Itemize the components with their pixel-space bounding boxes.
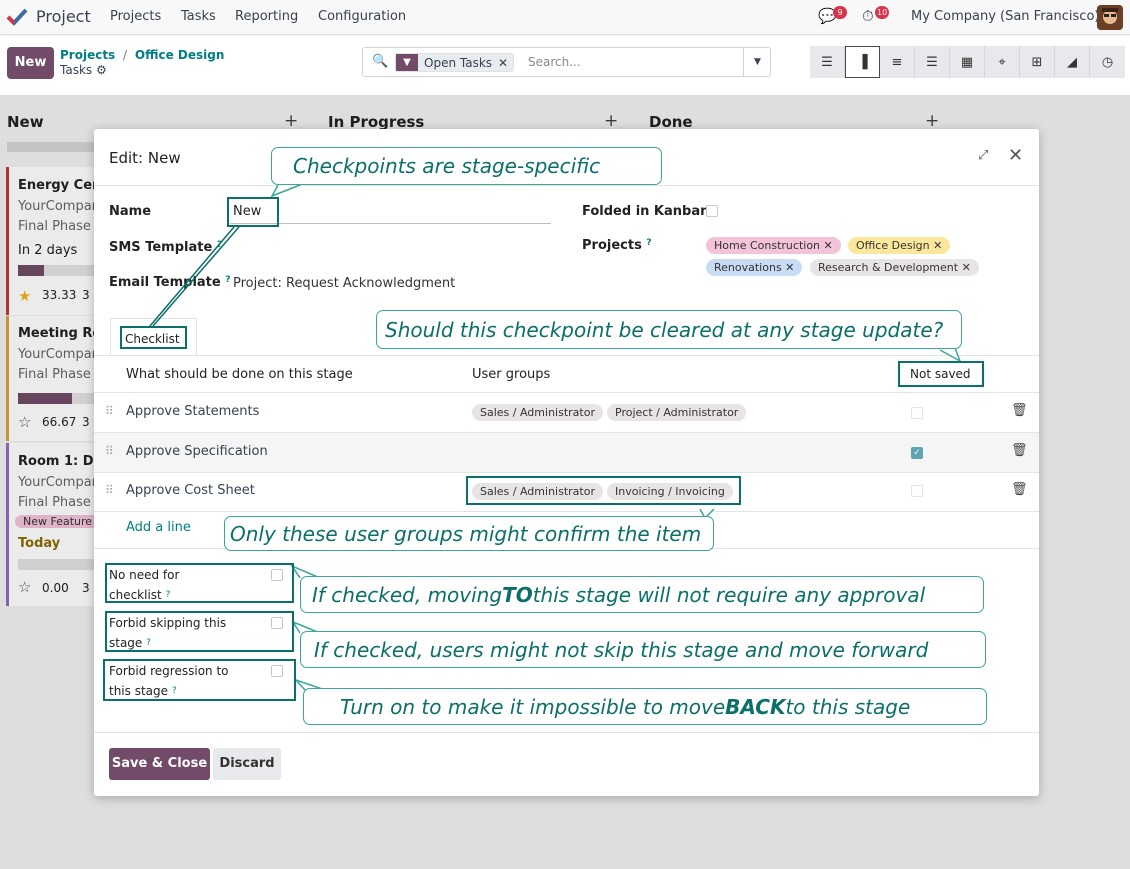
save-close-button[interactable]: Save & Close [109, 748, 210, 780]
discard-button[interactable]: Discard [213, 748, 281, 780]
kanban-view-icon[interactable]: ▐ [845, 46, 880, 78]
table-row[interactable]: ⠿ Approve Statements Sales / Administrat… [94, 393, 1039, 432]
footer-divider [94, 732, 1039, 733]
callout-forbid-regression: Turn on to make it impossible to move BA… [303, 688, 987, 725]
menu-tasks[interactable]: Tasks [181, 9, 216, 24]
projects-label: Projects ? [582, 238, 652, 253]
not-saved-checkbox-checked[interactable]: ✓ [911, 447, 923, 459]
search-input[interactable]: Search... [528, 55, 581, 69]
current-view-title: Tasks [60, 63, 93, 77]
checklist-tab-highlight [120, 326, 187, 349]
breadcrumb-separator: / [123, 48, 128, 62]
user-groups-highlight [466, 476, 741, 505]
drag-handle-icon[interactable]: ⠿ [105, 444, 114, 458]
row-task[interactable]: Approve Statements [126, 404, 259, 419]
activity-clock-icon[interactable]: ⏱ [862, 7, 874, 25]
group-tag: Sales / Administrator [472, 404, 603, 421]
facet-label: Open Tasks [424, 55, 493, 70]
callout-user-groups: Only these user groups might confirm the… [224, 516, 714, 551]
remove-tag-icon[interactable]: ✕ [824, 239, 833, 252]
not-saved-checkbox[interactable] [911, 407, 923, 419]
forbid-skip-highlight [105, 611, 294, 652]
remove-tag-icon[interactable]: ✕ [785, 261, 794, 274]
folded-in-kanban-label: Folded in Kanban [582, 204, 710, 219]
control-panel: New Projects / Office Design Tasks ⚙ 🔍 ▼… [0, 36, 1130, 96]
remove-facet-icon[interactable]: ✕ [498, 56, 513, 70]
drag-handle-icon[interactable]: ⠿ [105, 404, 114, 418]
drag-handle-icon[interactable]: ⠿ [105, 483, 114, 497]
column-groups-header[interactable]: User groups [472, 367, 550, 382]
activity-count-badge: 10 [875, 6, 890, 19]
activity-view-icon[interactable]: ☰ [915, 46, 950, 78]
dialog-title: Edit: New [109, 149, 181, 167]
search-options-toggle[interactable]: ▼ [743, 48, 771, 76]
group-tag: Project / Administrator [607, 404, 747, 421]
project-app-icon[interactable] [6, 6, 28, 28]
search-facet: ▼ Open Tasks ✕ [395, 53, 515, 72]
forbid-regression-highlight [103, 659, 296, 701]
remove-tag-icon[interactable]: ✕ [933, 239, 942, 252]
row-task[interactable]: Approve Specification [126, 444, 268, 459]
callout-stage-specific: Checkpoints are stage-specific [271, 147, 662, 185]
trash-icon[interactable]: 🗑 [1011, 482, 1028, 497]
row-divider [94, 511, 1039, 512]
calendar-view-icon[interactable]: ▦ [950, 46, 985, 78]
tab-divider [94, 355, 1039, 356]
header-divider [94, 185, 1039, 186]
menu-projects[interactable]: Projects [110, 9, 161, 24]
sms-template-field[interactable] [230, 237, 551, 259]
table-row[interactable]: ⠿ Approve Specification ✓ 🗑 [94, 433, 1039, 472]
project-tag: Office Design ✕ [848, 237, 951, 254]
map-view-icon[interactable]: ⌖ [985, 46, 1020, 78]
add-line-link[interactable]: Add a line [126, 520, 191, 535]
row-task[interactable]: Approve Cost Sheet [126, 483, 255, 498]
trash-icon[interactable]: 🗑 [1011, 403, 1028, 418]
not-saved-highlight [898, 361, 984, 387]
callout-cleared: Should this checkpoint be cleared at any… [376, 310, 962, 349]
company-switcher[interactable]: My Company (San Francisco) [911, 9, 1099, 24]
not-saved-checkbox[interactable] [911, 485, 923, 497]
email-template-field[interactable]: Project: Request Acknowledgment [233, 276, 455, 291]
email-template-label: Email Template ? [109, 275, 231, 290]
user-avatar[interactable] [1097, 5, 1123, 30]
breadcrumb-project[interactable]: Office Design [135, 48, 225, 62]
callout-no-need: If checked, moving TO this stage will no… [300, 576, 984, 613]
project-tag: Research & Development ✕ [810, 259, 979, 276]
expand-icon[interactable]: ⤢ [978, 148, 988, 163]
close-icon[interactable]: ✕ [1008, 145, 1023, 166]
clock-view-icon[interactable]: ◷ [1090, 46, 1125, 78]
sms-template-label: SMS Template ? [109, 240, 223, 255]
project-tag: Renovations ✕ [706, 259, 803, 276]
breadcrumb-current: Tasks ⚙ [60, 63, 107, 77]
pivot-view-icon[interactable]: ⊞ [1020, 46, 1055, 78]
trash-icon[interactable]: 🗑 [1011, 443, 1028, 458]
name-label: Name [109, 204, 152, 219]
list-view-icon[interactable]: ≡ [880, 46, 915, 78]
column-task-header[interactable]: What should be done on this stage [126, 367, 353, 382]
menu-configuration[interactable]: Configuration [318, 9, 406, 24]
project-tag: Home Construction ✕ [706, 237, 841, 254]
chat-count-badge: 9 [833, 6, 847, 19]
breadcrumb: Projects / Office Design [60, 48, 224, 62]
settings-sliders-icon[interactable]: ☰ [810, 46, 845, 78]
breadcrumb-projects[interactable]: Projects [60, 48, 115, 62]
top-navbar: Project Projects Tasks Reporting Configu… [0, 0, 1130, 35]
filter-icon: ▼ [396, 54, 418, 71]
new-task-button[interactable]: New [7, 47, 54, 79]
search-bar[interactable]: 🔍 ▼ Open Tasks ✕ Search... ▼ [362, 47, 771, 77]
callout-forbid-skip: If checked, users might not skip this st… [300, 631, 986, 668]
menu-reporting[interactable]: Reporting [235, 9, 298, 24]
folded-in-kanban-checkbox[interactable] [706, 205, 718, 217]
remove-tag-icon[interactable]: ✕ [962, 261, 971, 274]
search-icon[interactable]: 🔍 [372, 54, 388, 69]
name-field-highlight [227, 197, 279, 227]
view-switcher: ☰ ▐ ≡ ☰ ▦ ⌖ ⊞ ◢ ◷ [810, 46, 1125, 78]
app-name[interactable]: Project [36, 7, 91, 26]
gear-icon[interactable]: ⚙ [96, 63, 107, 77]
no-need-highlight [105, 563, 294, 603]
graph-view-icon[interactable]: ◢ [1055, 46, 1090, 78]
